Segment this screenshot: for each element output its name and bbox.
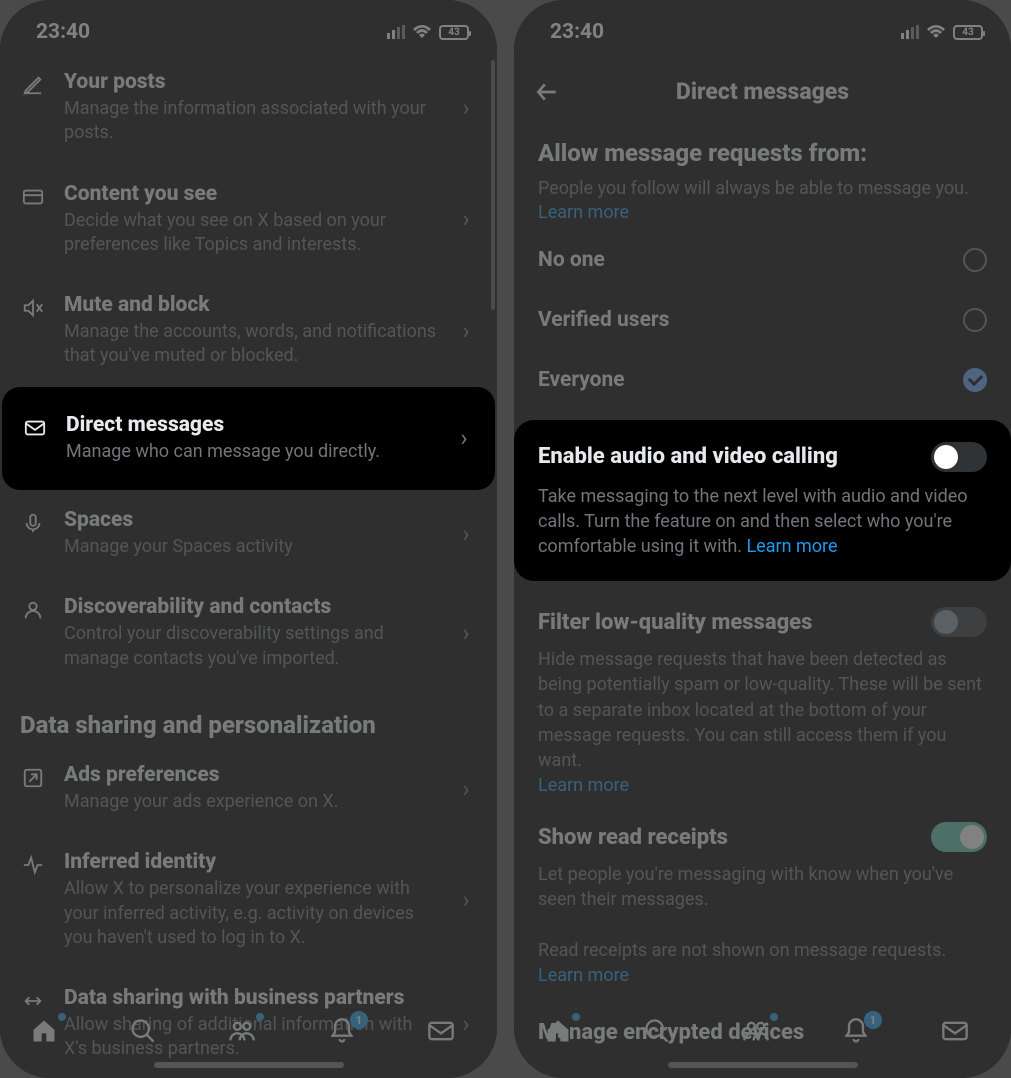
radio-icon xyxy=(963,248,987,272)
envelope-icon xyxy=(22,413,48,439)
chevron-right-icon: › xyxy=(455,520,477,548)
calling-title: Enable audio and video calling xyxy=(538,444,838,469)
notification-badge: 1 xyxy=(350,1011,368,1029)
wifi-icon xyxy=(412,25,432,39)
nav-notifications[interactable]: 1 xyxy=(842,1017,882,1045)
item-desc: Manage the information associated with y… xyxy=(64,97,437,146)
pencil-icon xyxy=(20,70,46,96)
receipts-toggle[interactable] xyxy=(931,822,987,852)
activity-icon xyxy=(20,850,46,876)
settings-item-mute-block[interactable]: Mute and block Manage the accounts, word… xyxy=(0,275,497,387)
item-desc: Manage who can message you directly. xyxy=(66,440,435,464)
status-time: 23:40 xyxy=(550,20,604,44)
section-heading: Data sharing and personalization xyxy=(0,689,497,745)
home-indicator[interactable] xyxy=(668,1062,858,1068)
enable-calling-card: Enable audio and video calling Take mess… xyxy=(514,420,1011,582)
chevron-right-icon: › xyxy=(455,886,477,914)
notification-badge: 1 xyxy=(864,1011,882,1029)
nav-search[interactable] xyxy=(129,1017,169,1045)
home-indicator[interactable] xyxy=(154,1062,344,1068)
nav-communities[interactable] xyxy=(742,1017,782,1045)
item-desc: Decide what you see on X based on your p… xyxy=(64,209,437,258)
filter-row: Filter low-quality messages xyxy=(514,591,1011,645)
settings-item-content-you-see[interactable]: Content you see Decide what you see on X… xyxy=(0,164,497,276)
radio-no-one[interactable]: No one xyxy=(514,230,1011,290)
allow-requests-heading: Allow message requests from: xyxy=(514,121,1011,173)
cellular-icon xyxy=(901,25,919,39)
settings-item-your-posts[interactable]: Your posts Manage the information associ… xyxy=(0,52,497,164)
receipts-row: Show read receipts xyxy=(514,806,1011,860)
chevron-right-icon: › xyxy=(453,424,475,452)
nav-search[interactable] xyxy=(643,1017,683,1045)
radio-checked-icon xyxy=(963,368,987,392)
left-phone-screen: 23:40 43 Your posts Manage the informati… xyxy=(0,0,497,1078)
chevron-right-icon: › xyxy=(455,94,477,122)
receipts-desc1: Let people you're messaging with know wh… xyxy=(538,864,953,910)
radio-everyone[interactable]: Everyone xyxy=(514,350,1011,410)
learn-more-link[interactable]: Learn more xyxy=(538,965,629,986)
receipts-title: Show read receipts xyxy=(538,825,728,850)
wifi-icon xyxy=(926,25,946,39)
status-bar: 23:40 43 xyxy=(0,0,497,52)
item-desc: Control your discoverability settings an… xyxy=(64,622,437,671)
item-desc: Manage your Spaces activity xyxy=(64,535,437,559)
allow-requests-sub: People you follow will always be able to… xyxy=(538,178,969,199)
learn-more-link[interactable]: Learn more xyxy=(746,536,837,557)
page-title: Direct messages xyxy=(534,78,991,105)
nav-messages[interactable] xyxy=(427,1017,467,1045)
nav-communities[interactable] xyxy=(228,1017,268,1045)
item-title: Inferred identity xyxy=(64,850,437,874)
item-title: Spaces xyxy=(64,508,437,532)
battery-icon: 43 xyxy=(439,25,469,40)
chevron-right-icon: › xyxy=(455,619,477,647)
item-title: Discoverability and contacts xyxy=(64,595,437,619)
scrollbar[interactable] xyxy=(491,60,495,310)
right-phone-screen: 23:40 43 Direct messages Allow message r… xyxy=(514,0,1011,1078)
item-title: Direct messages xyxy=(66,413,435,437)
bottom-nav: 1 xyxy=(0,1002,497,1060)
cellular-icon xyxy=(387,25,405,39)
battery-icon: 43 xyxy=(953,25,983,40)
bottom-nav: 1 xyxy=(514,1002,1011,1060)
card-icon xyxy=(20,182,46,208)
item-desc: Manage your ads experience on X. xyxy=(64,790,437,814)
contacts-icon xyxy=(20,595,46,621)
filter-desc: Hide message requests that have been det… xyxy=(538,649,982,771)
page-header: Direct messages xyxy=(514,52,1011,121)
item-title: Content you see xyxy=(64,182,437,206)
nav-home[interactable] xyxy=(30,1017,70,1045)
nav-messages[interactable] xyxy=(941,1017,981,1045)
filter-title: Filter low-quality messages xyxy=(538,610,812,635)
item-title: Your posts xyxy=(64,70,437,94)
chevron-right-icon: › xyxy=(455,317,477,345)
nav-home[interactable] xyxy=(544,1017,584,1045)
settings-item-ads[interactable]: Ads preferences Manage your ads experien… xyxy=(0,745,497,832)
item-desc: Manage the accounts, words, and notifica… xyxy=(64,320,437,369)
item-title: Ads preferences xyxy=(64,763,437,787)
settings-item-discoverability[interactable]: Discoverability and contacts Control you… xyxy=(0,577,497,689)
chevron-right-icon: › xyxy=(455,775,477,803)
calling-toggle[interactable] xyxy=(931,442,987,472)
radio-icon xyxy=(963,308,987,332)
chevron-right-icon: › xyxy=(455,205,477,233)
learn-more-link[interactable]: Learn more xyxy=(538,202,629,223)
settings-item-inferred-identity[interactable]: Inferred identity Allow X to personalize… xyxy=(0,832,497,968)
mute-icon xyxy=(20,293,46,319)
item-title: Mute and block xyxy=(64,293,437,317)
microphone-icon xyxy=(20,508,46,534)
item-desc: Allow X to personalize your experience w… xyxy=(64,877,437,950)
settings-item-direct-messages[interactable]: Direct messages Manage who can message y… xyxy=(2,387,495,490)
settings-item-spaces[interactable]: Spaces Manage your Spaces activity › xyxy=(0,490,497,577)
external-link-icon xyxy=(20,763,46,789)
radio-verified-users[interactable]: Verified users xyxy=(514,290,1011,350)
learn-more-link[interactable]: Learn more xyxy=(538,775,629,796)
receipts-desc2: Read receipts are not shown on message r… xyxy=(538,940,946,961)
nav-notifications[interactable]: 1 xyxy=(328,1017,368,1045)
filter-toggle[interactable] xyxy=(931,607,987,637)
status-bar: 23:40 43 xyxy=(514,0,1011,52)
status-time: 23:40 xyxy=(36,20,90,44)
